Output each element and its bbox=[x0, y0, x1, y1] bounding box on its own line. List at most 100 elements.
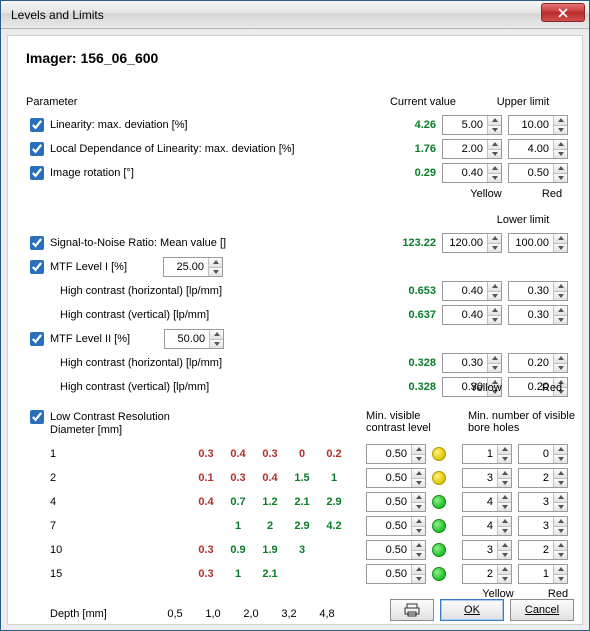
lcr-min-0[interactable] bbox=[366, 444, 426, 464]
lcr-b1-0-up[interactable] bbox=[498, 445, 511, 455]
lcr-b2-5-down[interactable] bbox=[554, 575, 567, 584]
lcr-b1-3-input[interactable] bbox=[463, 517, 497, 535]
linearity-red-input[interactable] bbox=[509, 116, 553, 134]
lcr-b2-5[interactable] bbox=[518, 564, 568, 584]
lcr-min-1-input[interactable] bbox=[367, 469, 411, 487]
lcr-b2-4-up[interactable] bbox=[554, 541, 567, 551]
chk-snr[interactable] bbox=[30, 236, 44, 250]
lcr-min-2-input[interactable] bbox=[367, 493, 411, 511]
linearity-yellow[interactable] bbox=[442, 115, 502, 135]
rotation-yellow[interactable] bbox=[442, 163, 502, 183]
mtf1-v-red-down[interactable] bbox=[554, 316, 567, 325]
mtf1-h-red-input[interactable] bbox=[509, 282, 553, 300]
mtf2-level-up[interactable] bbox=[210, 330, 223, 340]
mtf1-level-up[interactable] bbox=[209, 258, 222, 268]
lcr-b1-1-up[interactable] bbox=[498, 469, 511, 479]
lcr-b2-3-input[interactable] bbox=[519, 517, 553, 535]
snr-red-up[interactable] bbox=[554, 234, 567, 244]
lcr-b2-3[interactable] bbox=[518, 516, 568, 536]
lcr-b2-5-input[interactable] bbox=[519, 565, 553, 583]
mtf2-h-yellow[interactable] bbox=[442, 353, 502, 373]
mtf1-v-yellow[interactable] bbox=[442, 305, 502, 325]
lcr-min-0-up[interactable] bbox=[412, 445, 425, 455]
local-dep-yellow-down[interactable] bbox=[488, 150, 501, 159]
lcr-b2-0-up[interactable] bbox=[554, 445, 567, 455]
lcr-b2-4[interactable] bbox=[518, 540, 568, 560]
mtf2-h-yellow-input[interactable] bbox=[443, 354, 487, 372]
rotation-red-input[interactable] bbox=[509, 164, 553, 182]
lcr-b1-0-down[interactable] bbox=[498, 455, 511, 464]
rotation-red-down[interactable] bbox=[554, 174, 567, 183]
lcr-min-3-input[interactable] bbox=[367, 517, 411, 535]
local-dep-red-up[interactable] bbox=[554, 140, 567, 150]
lcr-min-4[interactable] bbox=[366, 540, 426, 560]
local-dep-yellow[interactable] bbox=[442, 139, 502, 159]
mtf1-v-yellow-input[interactable] bbox=[443, 306, 487, 324]
lcr-b2-2-input[interactable] bbox=[519, 493, 553, 511]
lcr-b1-2-down[interactable] bbox=[498, 503, 511, 512]
snr-yellow[interactable] bbox=[442, 233, 502, 253]
local-dep-yellow-up[interactable] bbox=[488, 140, 501, 150]
lcr-b1-2[interactable] bbox=[462, 492, 512, 512]
close-button[interactable] bbox=[541, 3, 585, 22]
mtf1-v-red-input[interactable] bbox=[509, 306, 553, 324]
mtf1-v-yellow-down[interactable] bbox=[488, 316, 501, 325]
lcr-min-4-input[interactable] bbox=[367, 541, 411, 559]
mtf1-h-red-up[interactable] bbox=[554, 282, 567, 292]
lcr-b1-3-up[interactable] bbox=[498, 517, 511, 527]
lcr-b1-5[interactable] bbox=[462, 564, 512, 584]
lcr-b2-3-down[interactable] bbox=[554, 527, 567, 536]
lcr-b2-0-down[interactable] bbox=[554, 455, 567, 464]
lcr-b1-5-up[interactable] bbox=[498, 565, 511, 575]
lcr-min-3[interactable] bbox=[366, 516, 426, 536]
snr-red-down[interactable] bbox=[554, 244, 567, 253]
rotation-red[interactable] bbox=[508, 163, 568, 183]
mtf2-level-input[interactable] bbox=[165, 330, 209, 348]
lcr-b1-4-input[interactable] bbox=[463, 541, 497, 559]
lcr-b1-2-input[interactable] bbox=[463, 493, 497, 511]
lcr-b1-3-down[interactable] bbox=[498, 527, 511, 536]
lcr-b2-1-down[interactable] bbox=[554, 479, 567, 488]
lcr-b1-0[interactable] bbox=[462, 444, 512, 464]
lcr-min-2-down[interactable] bbox=[412, 503, 425, 512]
lcr-min-3-up[interactable] bbox=[412, 517, 425, 527]
lcr-b2-0-input[interactable] bbox=[519, 445, 553, 463]
rotation-yellow-input[interactable] bbox=[443, 164, 487, 182]
mtf1-level-down[interactable] bbox=[209, 268, 222, 277]
lcr-min-1-down[interactable] bbox=[412, 479, 425, 488]
mtf2-level-down[interactable] bbox=[210, 340, 223, 349]
lcr-b1-5-down[interactable] bbox=[498, 575, 511, 584]
mtf2-h-red-input[interactable] bbox=[509, 354, 553, 372]
lcr-b2-4-input[interactable] bbox=[519, 541, 553, 559]
mtf1-h-yellow[interactable] bbox=[442, 281, 502, 301]
rotation-yellow-down[interactable] bbox=[488, 174, 501, 183]
lcr-b2-2-up[interactable] bbox=[554, 493, 567, 503]
lcr-min-5-up[interactable] bbox=[412, 565, 425, 575]
mtf1-v-yellow-up[interactable] bbox=[488, 306, 501, 316]
mtf1-h-red-down[interactable] bbox=[554, 292, 567, 301]
rotation-yellow-up[interactable] bbox=[488, 164, 501, 174]
chk-mtf1[interactable] bbox=[30, 260, 44, 274]
lcr-min-4-up[interactable] bbox=[412, 541, 425, 551]
lcr-min-0-input[interactable] bbox=[367, 445, 411, 463]
mtf1-h-red[interactable] bbox=[508, 281, 568, 301]
mtf1-h-yellow-down[interactable] bbox=[488, 292, 501, 301]
mtf2-h-yellow-down[interactable] bbox=[488, 364, 501, 373]
lcr-b2-4-down[interactable] bbox=[554, 551, 567, 560]
lcr-b1-3[interactable] bbox=[462, 516, 512, 536]
mtf2-h-red[interactable] bbox=[508, 353, 568, 373]
mtf1-v-red-up[interactable] bbox=[554, 306, 567, 316]
lcr-b1-0-input[interactable] bbox=[463, 445, 497, 463]
linearity-red-up[interactable] bbox=[554, 116, 567, 126]
lcr-min-2-up[interactable] bbox=[412, 493, 425, 503]
linearity-red[interactable] bbox=[508, 115, 568, 135]
lcr-b2-1-input[interactable] bbox=[519, 469, 553, 487]
lcr-b1-1-down[interactable] bbox=[498, 479, 511, 488]
lcr-min-5-input[interactable] bbox=[367, 565, 411, 583]
lcr-b1-4-down[interactable] bbox=[498, 551, 511, 560]
local-dep-yellow-input[interactable] bbox=[443, 140, 487, 158]
chk-linearity[interactable] bbox=[30, 118, 44, 132]
mtf2-level[interactable] bbox=[164, 329, 224, 349]
lcr-b2-1[interactable] bbox=[518, 468, 568, 488]
lcr-min-1-up[interactable] bbox=[412, 469, 425, 479]
